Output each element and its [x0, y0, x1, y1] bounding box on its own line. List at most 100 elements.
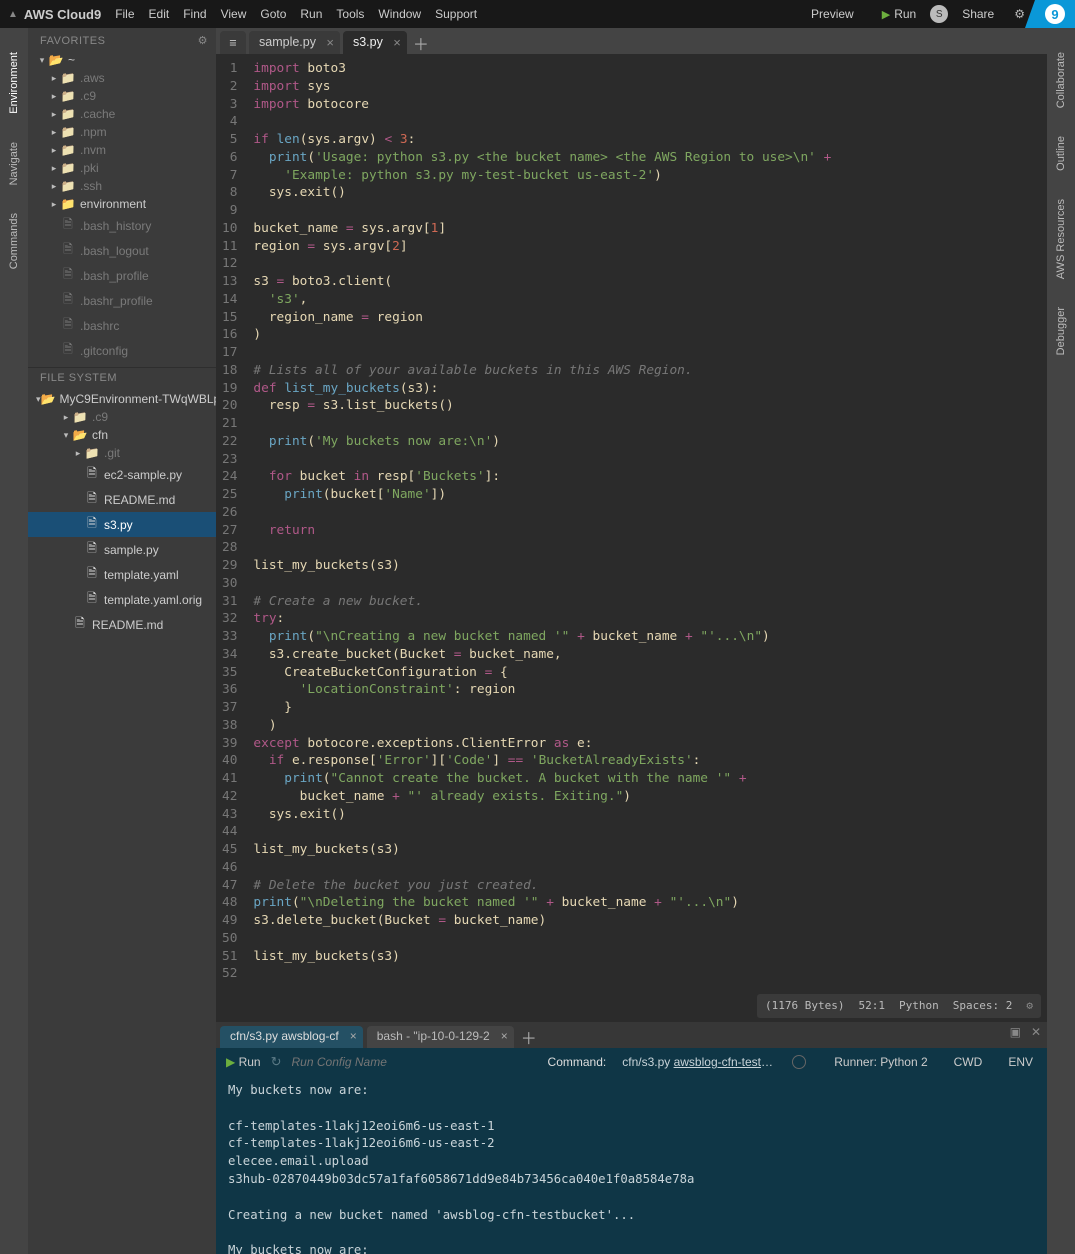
folder-icon: 📁 [60, 125, 76, 139]
rail-commands[interactable]: Commands [8, 213, 20, 269]
menu-tools[interactable]: Tools [336, 7, 364, 21]
run-label: Run [894, 7, 916, 21]
rail-environment[interactable]: Environment [8, 52, 20, 114]
tree-item[interactable]: ▸📁.c9 [28, 408, 216, 426]
panel-new-tab-button[interactable]: ＋ [518, 1026, 540, 1048]
tree-item[interactable]: ▸📁.npm [28, 123, 216, 141]
tree-item[interactable]: ▸📁.pki [28, 159, 216, 177]
editor-tabbar: ≡ sample.py×s3.py× ＋ [216, 28, 1047, 54]
preview-button[interactable]: Preview [811, 7, 854, 21]
tree-item[interactable]: 🗎.bash_history [28, 213, 216, 238]
menu-file[interactable]: File [115, 7, 134, 21]
panel-close-icon[interactable]: ✕ [1031, 1025, 1041, 1039]
restart-icon[interactable]: ↻ [271, 1054, 282, 1070]
tree-item[interactable]: 🗎.bashr_profile [28, 288, 216, 313]
runner-select[interactable]: Runner: Python 2 [834, 1055, 927, 1069]
run-config-name-input[interactable] [292, 1055, 402, 1069]
rail-navigate[interactable]: Navigate [8, 142, 20, 185]
panel-tab[interactable]: cfn/s3.py awsblog-cf× [220, 1026, 363, 1048]
sidebar: FAVORITES ⚙ ▾📂~▸📁.aws▸📁.c9▸📁.cache▸📁.npm… [28, 28, 216, 1254]
status-lang[interactable]: Python [899, 997, 939, 1015]
file-icon: 🗎 [84, 464, 100, 485]
folder-icon: 📁 [72, 410, 88, 424]
panel-tab[interactable]: bash - "ip-10-0-129-2× [367, 1026, 514, 1048]
tree-item[interactable]: 🗎.gitconfig [28, 338, 216, 363]
list-icon: ≡ [229, 36, 236, 50]
panel-maximize-icon[interactable]: ▣ [1010, 1025, 1021, 1039]
editor-tab[interactable]: sample.py× [249, 31, 340, 54]
tree-item[interactable]: 🗎.bash_profile [28, 263, 216, 288]
settings-gear-icon[interactable]: ⚙ [1014, 7, 1025, 21]
file-icon: 🗎 [72, 614, 88, 635]
menu-support[interactable]: Support [435, 7, 477, 21]
menu-goto[interactable]: Goto [260, 7, 286, 21]
file-icon: 🗎 [60, 340, 76, 361]
run-config-bar: ▶ Run ↻ Command: cfn/s3.py awsblog-cfn-t… [216, 1048, 1047, 1076]
editor-tab[interactable]: s3.py× [343, 31, 407, 54]
tree-item[interactable]: 🗎sample.py [28, 537, 216, 562]
panel-run-button[interactable]: ▶ Run [226, 1055, 261, 1069]
run-button[interactable]: ▶Run [882, 7, 916, 21]
menu-find[interactable]: Find [183, 7, 206, 21]
tree-item[interactable]: 🗎s3.py [28, 512, 216, 537]
tree-item[interactable]: ▸📁.ssh [28, 177, 216, 195]
rail-debugger[interactable]: Debugger [1055, 307, 1067, 355]
tree-item[interactable]: ▾📂cfn [28, 426, 216, 444]
menu-run[interactable]: Run [300, 7, 322, 21]
left-rail: Environment Navigate Commands [0, 28, 28, 1254]
status-spaces[interactable]: Spaces: 2 [953, 997, 1013, 1015]
tree-env-root[interactable]: ▾📂MyC9Environment-TWqWBLp [28, 390, 216, 408]
folder-icon: 📁 [60, 161, 76, 175]
file-icon: 🗎 [84, 514, 100, 535]
tree-item[interactable]: ▸📁.cache [28, 105, 216, 123]
folder-icon: 📂 [41, 392, 56, 406]
menu-edit[interactable]: Edit [149, 7, 170, 21]
rail-collaborate[interactable]: Collaborate [1055, 52, 1067, 108]
tree-item[interactable]: ▸📁.c9 [28, 87, 216, 105]
terminal-output[interactable]: My buckets now are: cf-templates-1lakj12… [216, 1076, 1047, 1254]
cloud9-menu-icon[interactable]: ▲ [8, 9, 18, 20]
code-area[interactable]: import boto3 import sys import botocore … [247, 54, 831, 1022]
sidebar-settings-icon[interactable]: ⚙ [198, 34, 208, 47]
rail-aws-resources[interactable]: AWS Resources [1055, 199, 1067, 279]
share-button[interactable]: Share [962, 7, 994, 21]
env-button[interactable]: ENV [1008, 1055, 1033, 1069]
welcome-tab[interactable]: ≡ [220, 31, 246, 54]
menu-window[interactable]: Window [378, 7, 421, 21]
file-icon: 🗎 [84, 489, 100, 510]
tree-item[interactable]: 🗎README.md [28, 612, 216, 637]
avatar[interactable]: S [930, 5, 948, 23]
close-icon[interactable]: × [393, 35, 401, 50]
rail-outline[interactable]: Outline [1055, 136, 1067, 171]
tree-item[interactable]: ▸📁.nvm [28, 141, 216, 159]
close-icon[interactable]: × [326, 35, 334, 50]
file-icon: 🗎 [60, 265, 76, 286]
folder-icon: 📁 [60, 179, 76, 193]
file-icon: 🗎 [84, 539, 100, 560]
folder-icon: 📁 [84, 446, 100, 460]
tree-home[interactable]: ▾📂~ [28, 51, 216, 69]
tree-item[interactable]: ▸📁.aws [28, 69, 216, 87]
folder-icon: 📁 [60, 71, 76, 85]
command-value[interactable]: cfn/s3.py awsblog-cfn-testbuck [622, 1055, 774, 1069]
tree-item[interactable]: 🗎ec2-sample.py [28, 462, 216, 487]
tree-item[interactable]: ▸📁.git [28, 444, 216, 462]
tree-item[interactable]: 🗎.bash_logout [28, 238, 216, 263]
cloud9-logo[interactable]: 9 [1035, 0, 1075, 28]
tree-item[interactable]: 🗎template.yaml [28, 562, 216, 587]
editor-settings-icon[interactable]: ⚙ [1026, 997, 1033, 1015]
close-icon[interactable]: × [350, 1029, 357, 1043]
close-icon[interactable]: × [501, 1029, 508, 1043]
new-tab-button[interactable]: ＋ [410, 32, 432, 54]
tree-item[interactable]: 🗎README.md [28, 487, 216, 512]
cwd-button[interactable]: CWD [954, 1055, 983, 1069]
filesystem-header: FILE SYSTEM [28, 367, 216, 386]
status-pos[interactable]: 52:1 [859, 997, 886, 1015]
tree-item[interactable]: 🗎template.yaml.orig [28, 587, 216, 612]
code-editor[interactable]: 1234567891011121314151617181920212223242… [216, 54, 1047, 1022]
tree-item[interactable]: ▸📁environment [28, 195, 216, 213]
gutter: 1234567891011121314151617181920212223242… [216, 54, 247, 1022]
tree-item[interactable]: 🗎.bashrc [28, 313, 216, 338]
menu-view[interactable]: View [221, 7, 247, 21]
debug-toggle-icon[interactable] [792, 1055, 806, 1069]
